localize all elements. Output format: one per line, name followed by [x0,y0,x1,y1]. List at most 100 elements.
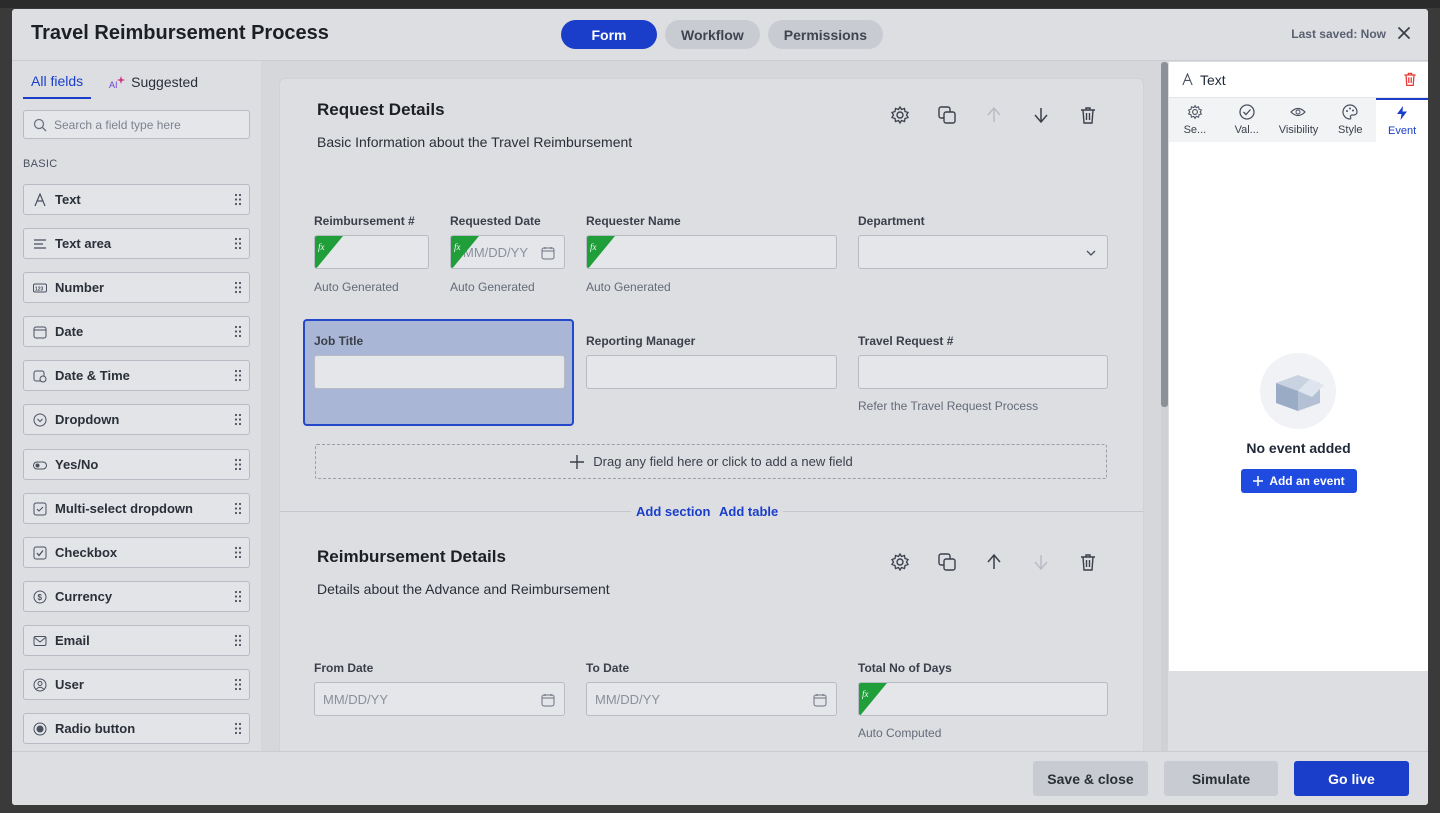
field-type-multi-select[interactable]: Multi-select dropdown [23,492,250,524]
last-saved-status: Last saved: Now [1291,27,1386,41]
drag-handle-icon[interactable] [234,413,242,426]
field-type-number[interactable]: 123 Number [23,272,250,304]
field-type-label: Number [55,280,105,296]
field-type-label: User [55,677,84,693]
drag-handle-icon[interactable] [234,237,242,250]
search-icon [33,118,47,132]
go-live-button[interactable]: Go live [1294,761,1409,796]
formula-badge-icon: fx [587,236,615,268]
field-type-label: Checkbox [55,544,118,560]
field-type-radio[interactable]: Radio button [23,713,250,745]
save-close-button[interactable]: Save & close [1033,761,1148,796]
text-area-icon [34,239,46,249]
drag-handle-icon[interactable] [234,678,242,691]
requested-date-input[interactable]: MM/DD/YY fx [450,235,565,269]
duplicate-icon[interactable] [937,552,957,572]
canvas-scrollbar-thumb[interactable] [1161,62,1168,407]
calendar-icon[interactable] [541,693,555,707]
field-hint: Auto Computed [858,726,942,740]
palette-icon [1342,104,1358,120]
simulate-button[interactable]: Simulate [1164,761,1278,796]
field-type-email[interactable]: Email [23,624,250,656]
reporting-manager-input[interactable] [586,355,837,389]
field-type-text-area[interactable]: Text area [23,228,250,260]
arrow-up-icon [987,106,1001,122]
tab-permissions[interactable]: Permissions [767,20,884,49]
drag-handle-icon[interactable] [234,502,242,515]
check-circle-icon [1239,104,1255,120]
field-type-currency[interactable]: $ Currency [23,580,250,612]
field-type-text[interactable]: Text [23,184,250,215]
calendar-icon[interactable] [541,246,555,260]
ai-sparkle-icon: AI [109,76,126,90]
tab-suggested[interactable]: AI Suggested [109,73,198,99]
total-days-input[interactable]: fx [858,682,1108,716]
drag-handle-icon[interactable] [234,546,242,559]
drag-handle-icon[interactable] [234,722,242,735]
field-type-dropdown[interactable]: Dropdown [23,404,250,436]
reimbursement-number-input[interactable]: fx [314,235,429,269]
arrow-down-icon[interactable] [1031,105,1051,125]
field-type-date[interactable]: Date [23,316,250,348]
gear-icon[interactable] [890,552,910,572]
add-event-button[interactable]: Add an event [1241,469,1357,493]
field-label: Job Title [314,334,364,348]
close-icon[interactable] [1396,25,1412,41]
to-date-input[interactable]: MM/DD/YY [586,682,837,716]
field-type-label: Radio button [55,721,136,737]
tab-event[interactable]: Event [1376,98,1428,142]
gear-icon [1187,104,1203,120]
trash-icon[interactable] [1402,71,1418,87]
drag-handle-icon[interactable] [234,634,242,647]
travel-request-input[interactable] [858,355,1108,389]
tab-workflow[interactable]: Workflow [665,20,760,49]
from-date-input[interactable]: MM/DD/YY [314,682,565,716]
properties-tabs: Se... Val... Visibility Style Event [1169,98,1428,142]
tab-settings[interactable]: Se... [1169,98,1221,142]
trash-icon[interactable] [1078,105,1098,125]
tab-visibility[interactable]: Visibility [1273,98,1325,142]
section-subtitle[interactable]: Details about the Advance and Reimbursem… [317,581,610,597]
tab-validation[interactable]: Val... [1221,98,1273,142]
requester-name-input[interactable]: fx [586,235,837,269]
field-type-label: Yes/No [55,456,99,472]
duplicate-icon[interactable] [937,105,957,125]
department-select[interactable] [858,235,1108,269]
add-field-dropzone[interactable]: Drag any field here or click to add a ne… [315,444,1107,479]
drag-handle-icon[interactable] [234,458,242,471]
field-type-yes-no[interactable]: Yes/No [23,448,250,480]
section-subtitle[interactable]: Basic Information about the Travel Reimb… [317,134,632,150]
section-toolbar [890,552,1098,572]
field-type-checkbox[interactable]: Checkbox [23,536,250,568]
drag-handle-icon[interactable] [234,369,242,382]
field-search-input[interactable]: Search a field type here [23,110,250,139]
add-section-link[interactable]: Add section [631,504,716,519]
eye-icon [1290,107,1307,117]
tab-style[interactable]: Style [1324,98,1376,142]
properties-title: Text [1200,71,1226,88]
calendar-icon[interactable] [813,693,827,707]
tab-form[interactable]: Form [561,20,657,49]
field-type-date-time[interactable]: Date & Time [23,360,250,392]
tab-all-fields[interactable]: All fields [23,73,92,99]
formula-badge-icon: fx [859,683,887,715]
arrow-up-icon[interactable] [984,552,1004,572]
svg-text:fx: fx [318,242,325,252]
field-label: Total No of Days [858,661,952,675]
empty-state-illustration [1260,353,1336,429]
plus-icon [1253,476,1264,486]
radio-icon [33,722,47,736]
drag-handle-icon[interactable] [234,325,242,338]
trash-icon[interactable] [1078,552,1098,572]
job-title-input[interactable] [314,355,565,389]
drag-handle-icon[interactable] [234,281,242,294]
field-type-label: Multi-select dropdown [55,500,193,516]
field-type-user[interactable]: User [23,669,250,701]
section-title[interactable]: Request Details [317,100,445,120]
drag-handle-icon[interactable] [234,193,242,206]
add-table-link[interactable]: Add table [714,504,784,519]
tab-label: Event [1388,125,1417,137]
drag-handle-icon[interactable] [234,590,242,603]
gear-icon[interactable] [890,105,910,125]
section-title[interactable]: Reimbursement Details [317,547,506,567]
